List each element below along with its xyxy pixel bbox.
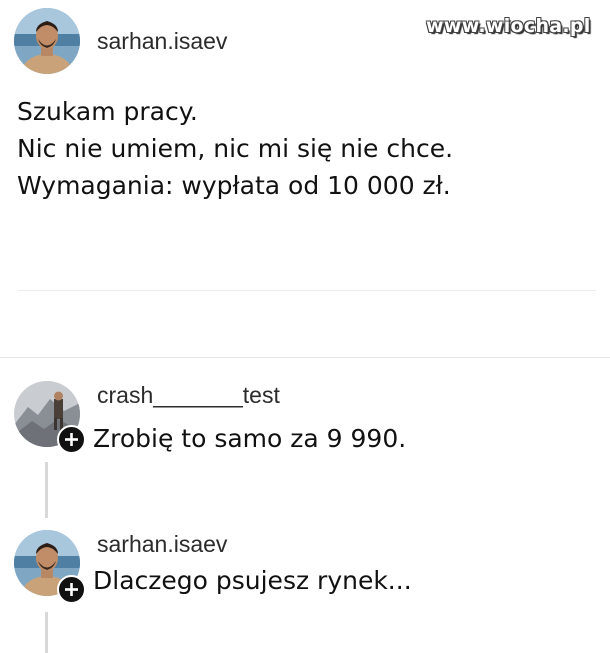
thread-line xyxy=(45,462,48,518)
watermark: www.wiocha.pl xyxy=(426,15,591,37)
post-author-username[interactable]: sarhan.isaev xyxy=(97,28,227,55)
add-follow-badge[interactable] xyxy=(57,575,86,604)
divider xyxy=(0,357,610,358)
post-line: Nic nie umiem, nic mi się nie chce. xyxy=(17,134,454,163)
comment-author-username[interactable]: sarhan.isaev xyxy=(97,531,227,558)
post-author-avatar[interactable] xyxy=(14,8,80,74)
divider xyxy=(18,290,596,291)
plus-icon xyxy=(65,433,78,446)
comment-author-username[interactable]: crash_______test xyxy=(97,382,280,409)
comment-text: Dlaczego psujesz rynek... xyxy=(93,566,412,595)
post-line: Wymagania: wypłata od 10 000 zł. xyxy=(17,171,451,200)
add-follow-badge[interactable] xyxy=(57,425,86,454)
thread-line xyxy=(45,612,48,653)
comment-text: Zrobię to samo za 9 990. xyxy=(93,424,407,453)
plus-icon xyxy=(65,583,78,596)
post-line: Szukam pracy. xyxy=(17,97,198,126)
post-body: Szukam pracy. Nic nie umiem, nic mi się … xyxy=(17,93,453,204)
